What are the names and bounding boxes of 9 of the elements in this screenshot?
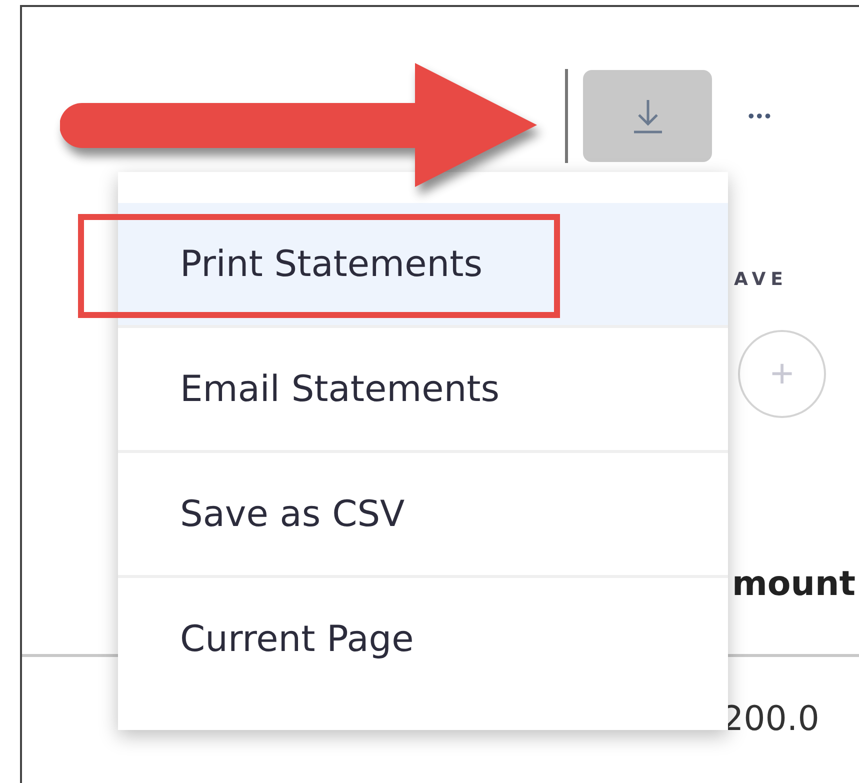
more-button[interactable]: •••	[748, 106, 773, 126]
menu-item[interactable]: Email Statements	[118, 328, 728, 453]
menu-item[interactable]: Save as CSV	[118, 453, 728, 578]
column-header: AVE	[734, 269, 788, 290]
column-header: mount	[732, 564, 856, 604]
table-cell: 200.0	[722, 699, 820, 739]
download-button[interactable]	[583, 70, 712, 162]
menu-item[interactable]: Current Page	[118, 578, 728, 700]
menu-item[interactable]: Print Statements	[118, 203, 728, 328]
